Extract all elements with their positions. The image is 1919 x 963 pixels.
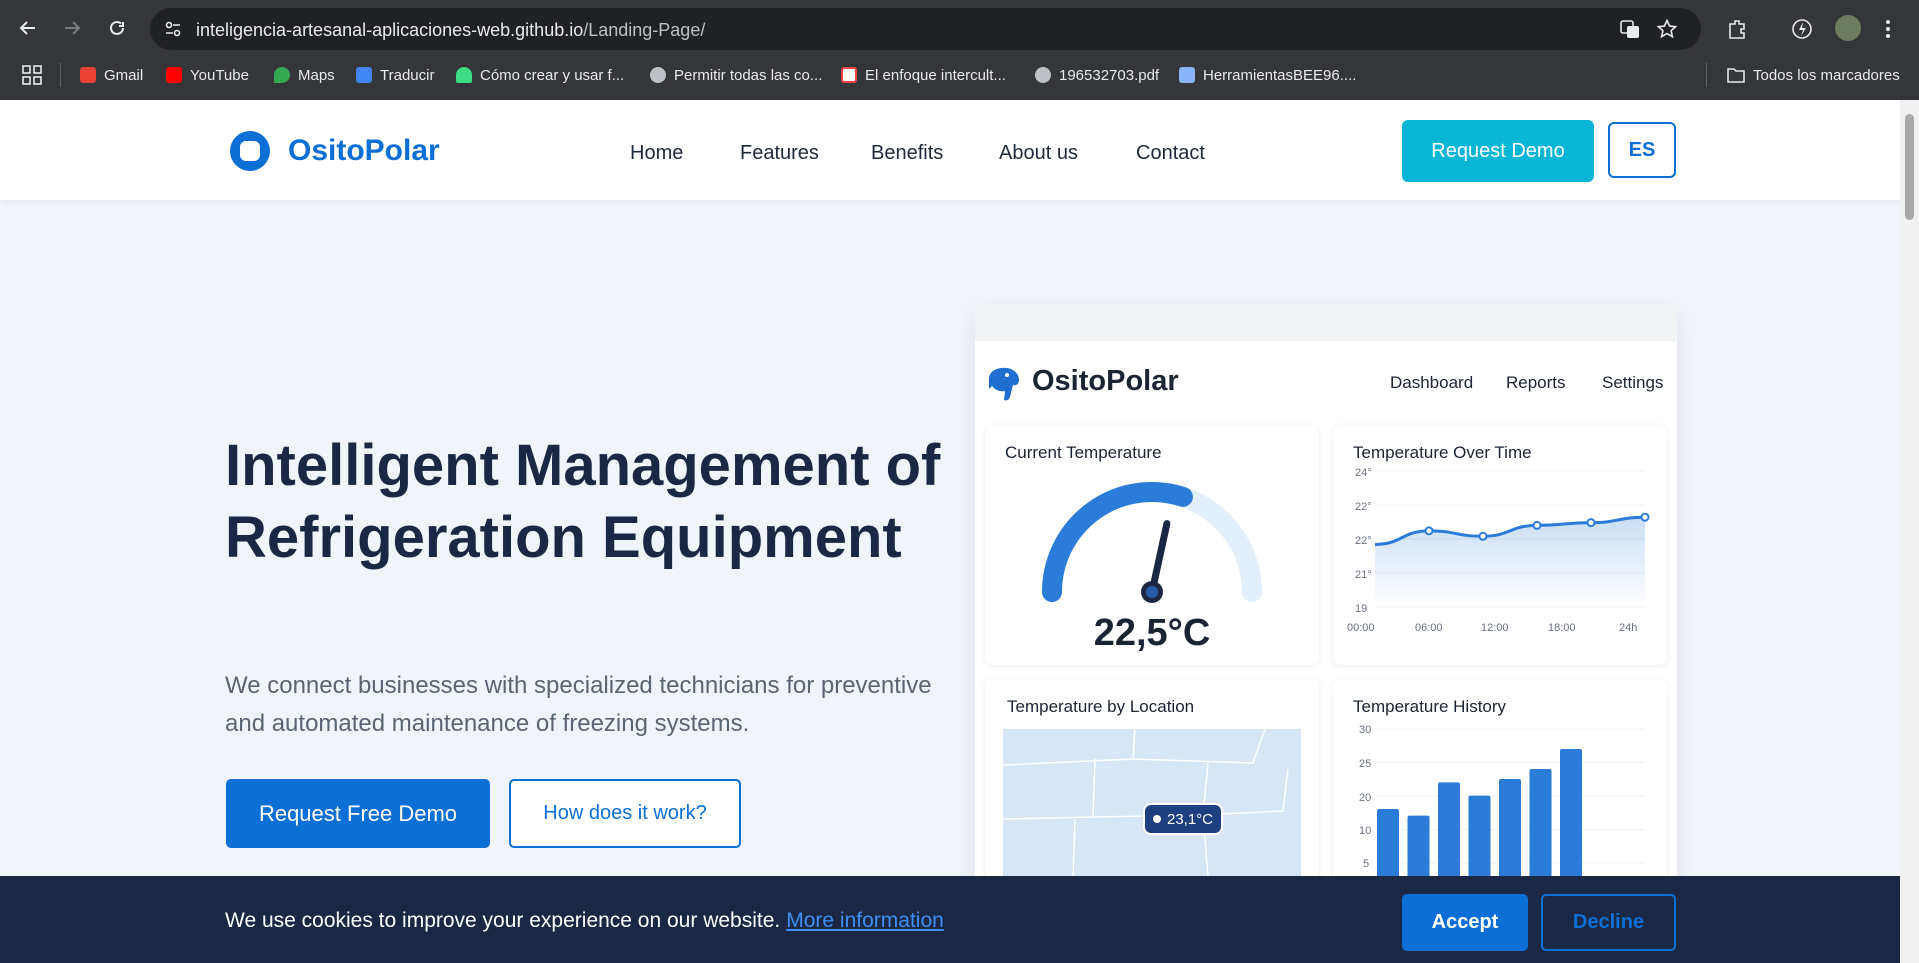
data-point <box>1640 512 1650 522</box>
more-information-link[interactable]: More information <box>786 909 944 932</box>
page-scrollbar[interactable] <box>1900 100 1919 963</box>
x-tick: 06:00 <box>1415 622 1443 634</box>
bookmark-permitir[interactable]: Permitir todas las co... <box>650 64 822 86</box>
mockup-window-bar <box>975 305 1677 341</box>
y-tick: 24° <box>1355 467 1372 479</box>
y-tick: 30 <box>1359 724 1371 736</box>
landing-page: OsitoPolar Home Features Benefits About … <box>0 100 1900 963</box>
bookmark-traducir[interactable]: Traducir <box>356 64 434 86</box>
apps-grid-icon[interactable] <box>22 65 42 85</box>
scrollbar-thumb[interactable] <box>1905 114 1914 220</box>
pdf-icon <box>841 67 857 83</box>
browser-chrome: inteligencia-artesanal-aplicaciones-web.… <box>0 0 1919 100</box>
mockup-nav-settings: Settings <box>1602 373 1664 392</box>
address-bar[interactable]: inteligencia-artesanal-aplicaciones-web.… <box>150 8 1701 50</box>
y-tick: 10 <box>1359 825 1371 837</box>
x-tick: 12:00 <box>1481 622 1509 634</box>
hero-title: Intelligent Management of Refrigeration … <box>225 433 941 570</box>
y-tick: 20 <box>1359 792 1371 804</box>
bookmark-herramientas[interactable]: HerramientasBEE96.... <box>1179 64 1356 86</box>
bookmark-star-icon[interactable] <box>1657 19 1677 39</box>
forward-icon[interactable] <box>58 14 86 42</box>
how-does-it-work-button[interactable]: How does it work? <box>509 779 741 848</box>
site-header: OsitoPolar Home Features Benefits About … <box>0 100 1900 200</box>
hero-subtitle: We connect businesses with specialized t… <box>225 672 932 737</box>
card-title: Temperature History <box>1353 697 1507 716</box>
x-tick: 24h <box>1619 622 1637 634</box>
back-icon[interactable] <box>14 14 42 42</box>
profile-avatar[interactable] <box>1835 15 1861 41</box>
brand-name[interactable]: OsitoPolar <box>288 134 440 168</box>
folder-icon <box>1727 68 1745 83</box>
data-point <box>1478 531 1488 541</box>
current-temperature-card: Current Temperature 22,5°C <box>985 425 1319 665</box>
y-tick: 5 <box>1363 858 1369 870</box>
reload-icon[interactable] <box>103 14 131 42</box>
language-toggle-button[interactable]: ES <box>1608 122 1676 178</box>
bookmark-maps[interactable]: Maps <box>274 64 335 86</box>
polar-bear-logo-icon <box>989 367 1019 401</box>
nav-contact[interactable]: Contact <box>1136 142 1205 165</box>
y-tick: 22° <box>1355 535 1372 547</box>
y-tick: 25 <box>1359 758 1371 770</box>
request-demo-button[interactable]: Request Demo <box>1402 120 1594 182</box>
map-temperature-pin: 23,1°C <box>1143 803 1223 835</box>
nav-about-us[interactable]: About us <box>999 142 1078 165</box>
bookmark-android[interactable]: Cómo crear y usar f... <box>456 64 624 86</box>
globe-icon <box>650 67 666 83</box>
translate-icon <box>356 67 372 83</box>
bookmark-enfoque[interactable]: El enfoque intercult... <box>841 64 1006 86</box>
bookmark-pdf[interactable]: 196532703.pdf <box>1035 64 1159 86</box>
maps-icon <box>274 67 290 83</box>
nav-features[interactable]: Features <box>740 142 819 165</box>
bookmark-gmail[interactable]: Gmail <box>80 64 143 86</box>
all-bookmarks[interactable]: Todos los marcadores <box>1727 64 1900 86</box>
data-point <box>1532 520 1542 530</box>
temperature-line-chart: 24° 22° 22° 21° 19 00:00 06:00 12:00 18:… <box>1347 467 1650 634</box>
android-icon <box>456 67 472 83</box>
nav-home[interactable]: Home <box>630 142 683 165</box>
brand-logo-icon[interactable] <box>230 131 270 171</box>
doc-icon <box>1179 67 1195 83</box>
card-title: Temperature by Location <box>1007 697 1195 716</box>
y-tick: 22° <box>1355 501 1372 513</box>
current-temperature-value: 22,5°C <box>1093 612 1211 654</box>
request-free-demo-button[interactable]: Request Free Demo <box>226 779 490 848</box>
temperature-over-time-card: Temperature Over Time 24° 22° 22° 21° 19… <box>1333 425 1667 665</box>
mockup-nav-dashboard: Dashboard <box>1390 373 1474 392</box>
url-text: inteligencia-artesanal-aplicaciones-web.… <box>196 20 706 40</box>
x-tick: 00:00 <box>1347 622 1375 634</box>
card-title: Current Temperature <box>1005 443 1162 462</box>
pin-label: 23,1°C <box>1166 810 1214 828</box>
gmail-icon <box>80 67 96 83</box>
x-tick: 18:00 <box>1548 622 1576 634</box>
decline-cookies-button[interactable]: Decline <box>1541 894 1676 951</box>
data-point <box>1586 518 1596 528</box>
y-tick: 19 <box>1355 603 1367 615</box>
data-point <box>1424 526 1434 536</box>
site-settings-icon[interactable] <box>164 20 182 38</box>
pin-dot-icon <box>1152 815 1161 823</box>
cookie-message: We use cookies to improve your experienc… <box>225 909 944 932</box>
globe-icon <box>1035 67 1051 83</box>
card-title: Temperature Over Time <box>1353 443 1532 462</box>
dashboard-mockup: OsitoPolar Dashboard Reports Settings Cu… <box>975 305 1677 963</box>
kebab-menu-icon[interactable] <box>1884 18 1892 40</box>
accept-cookies-button[interactable]: Accept <box>1402 894 1528 951</box>
mockup-brand: OsitoPolar <box>1032 365 1179 397</box>
bookmark-youtube[interactable]: YouTube <box>166 64 249 86</box>
youtube-icon <box>166 67 182 83</box>
translate-page-icon[interactable] <box>1620 19 1640 39</box>
cookie-banner: We use cookies to improve your experienc… <box>0 876 1900 963</box>
nav-benefits[interactable]: Benefits <box>871 142 943 165</box>
extensions-icon[interactable] <box>1726 18 1748 40</box>
mockup-nav-reports: Reports <box>1506 373 1566 392</box>
performance-icon[interactable] <box>1791 18 1813 40</box>
temperature-gauge <box>1042 482 1262 603</box>
y-tick: 21° <box>1355 569 1372 581</box>
